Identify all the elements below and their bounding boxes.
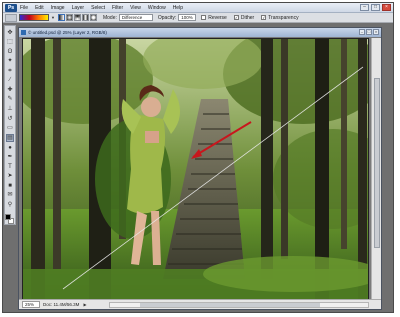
eyedropper-tool-icon[interactable]: ⚲ [6, 201, 14, 209]
dither-label: Dither [240, 14, 255, 21]
healing-brush-tool-icon[interactable]: ✚ [6, 86, 14, 94]
vertical-scrollbar[interactable] [371, 38, 381, 300]
transparency-checkbox[interactable]: ✓ [261, 15, 267, 20]
doc-maximize-button[interactable]: □ [366, 29, 372, 35]
menu-layer[interactable]: Layer [72, 5, 85, 11]
close-button[interactable]: × [382, 4, 391, 11]
reverse-label: Reverse [208, 14, 227, 21]
photoshop-logo-icon: Ps [5, 3, 17, 12]
minimize-button[interactable]: – [360, 4, 369, 11]
gradient-dropdown-arrow-icon[interactable]: ▼ [51, 15, 55, 20]
transparency-label: Transparency [268, 14, 299, 21]
history-brush-tool-icon[interactable]: ↺ [6, 115, 14, 123]
image-canvas[interactable] [22, 38, 369, 300]
path-selection-tool-icon[interactable]: ➤ [6, 172, 14, 180]
photoshop-window: Ps File Edit Image Layer Select Filter V… [2, 2, 394, 313]
horizontal-scrollbar[interactable] [109, 302, 369, 308]
tool-preset-picker[interactable] [5, 13, 17, 22]
pen-tool-icon[interactable]: ✒ [6, 153, 14, 161]
radial-gradient-button[interactable] [65, 14, 73, 21]
magic-wand-tool-icon[interactable]: ✦ [6, 58, 14, 66]
menu-edit[interactable]: Edit [35, 5, 44, 11]
menu-window[interactable]: Window [148, 5, 166, 11]
menu-view[interactable]: View [130, 5, 141, 11]
doc-close-button[interactable]: × [373, 29, 379, 35]
gradient-tool-icon[interactable]: ▤ [6, 133, 14, 142]
window-controls: – □ × [360, 4, 391, 11]
menu-bar: Ps File Edit Image Layer Select Filter V… [3, 3, 393, 13]
document-icon [21, 30, 26, 35]
reflected-gradient-button[interactable] [81, 14, 89, 21]
brush-tool-icon[interactable]: ✎ [6, 96, 14, 104]
angle-gradient-button[interactable] [73, 14, 81, 21]
menu-image[interactable]: Image [51, 5, 65, 11]
options-bar: ▼ Mode: Difference Opacity: 100% Reverse… [3, 13, 393, 23]
document-titlebar[interactable]: © untitled.psd @ 25% (Layer 2, RGB/8) – … [19, 28, 381, 37]
document-status-bar: 25% Doc: 11.4M/56.3M ▶ [19, 299, 381, 309]
color-swatches [5, 213, 15, 224]
menu-file[interactable]: File [20, 5, 28, 11]
document-window-controls: – □ × [359, 29, 379, 35]
slice-tool-icon[interactable]: ∕ [6, 77, 14, 85]
reverse-checkbox[interactable] [201, 15, 207, 20]
marquee-tool-icon[interactable]: ⬚ [6, 39, 14, 47]
opacity-label: Opacity: [157, 14, 177, 21]
doc-minimize-button[interactable]: – [359, 29, 365, 35]
document-title: © untitled.psd @ 25% (Layer 2, RGB/8) [28, 30, 107, 35]
vertical-scroll-thumb[interactable] [374, 78, 380, 248]
clone-stamp-tool-icon[interactable]: ⊥ [6, 105, 14, 113]
shape-tool-icon[interactable]: ■ [6, 182, 14, 190]
zoom-field[interactable]: 25% [22, 301, 40, 308]
foreground-color-swatch[interactable] [5, 213, 11, 220]
diamond-gradient-button[interactable] [89, 14, 97, 21]
document-window: © untitled.psd @ 25% (Layer 2, RGB/8) – … [18, 27, 382, 310]
forest-composite-image [23, 39, 368, 299]
opacity-field[interactable]: 100% [178, 14, 197, 21]
mode-label: Mode: [102, 14, 117, 21]
maximize-button[interactable]: □ [371, 4, 380, 11]
type-tool-icon[interactable]: T [6, 163, 14, 171]
toolbox: ✥ ⬚ ʘ ✦ ⌗ ∕ ✚ ✎ ⊥ ↺ ▭ ▤ ● ✒ T ➤ ■ ✉ ⚲ [4, 25, 16, 225]
menu-select[interactable]: Select [91, 5, 105, 11]
menu-help[interactable]: Help [173, 5, 183, 11]
menu-filter[interactable]: Filter [112, 5, 123, 11]
notes-tool-icon[interactable]: ✉ [6, 192, 14, 200]
linear-gradient-button[interactable] [57, 14, 65, 21]
mode-select[interactable]: Difference [118, 14, 153, 21]
dither-checkbox[interactable]: ✓ [233, 15, 239, 20]
horizontal-scroll-thumb[interactable] [140, 303, 320, 307]
gradient-picker[interactable] [19, 14, 49, 21]
crop-tool-icon[interactable]: ⌗ [6, 67, 14, 75]
eraser-tool-icon[interactable]: ▭ [6, 124, 14, 132]
dodge-tool-icon[interactable]: ● [6, 144, 14, 152]
status-menu-arrow-icon[interactable]: ▶ [83, 302, 86, 307]
move-tool-icon[interactable]: ✥ [6, 29, 14, 37]
document-info: Doc: 11.4M/56.3M [43, 302, 80, 307]
lasso-tool-icon[interactable]: ʘ [6, 48, 14, 56]
